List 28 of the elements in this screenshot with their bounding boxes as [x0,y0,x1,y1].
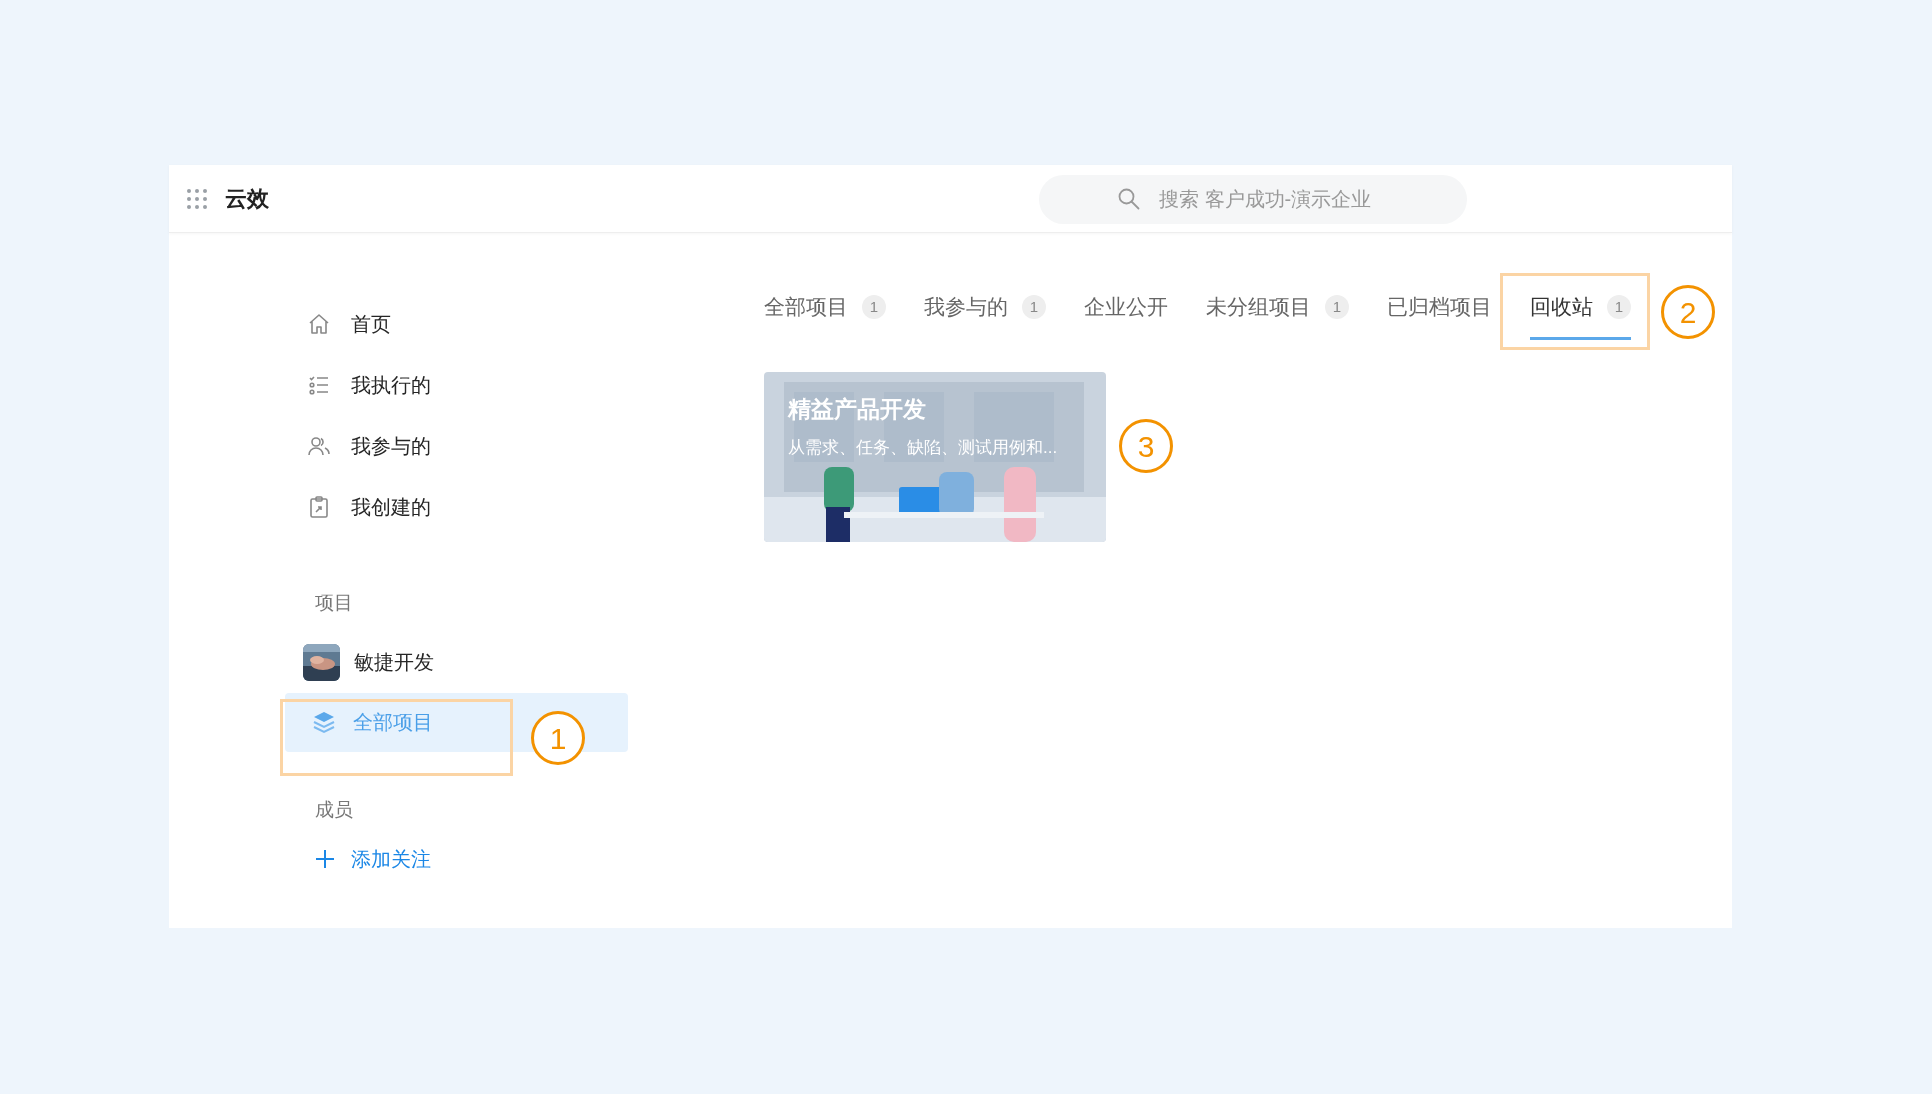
plus-icon [315,849,335,869]
sidebar-item[interactable]: 我参与的 [285,415,628,476]
section-heading: 成员 [315,797,354,822]
home-icon [307,311,331,336]
apps-grid-icon[interactable] [186,187,208,210]
card-description: 从需求、任务、缺陷、测试用例和... [788,436,1058,459]
section-heading: 项目 [315,591,354,615]
count-badge: 1 [1607,294,1631,319]
layers-icon [311,709,337,735]
tab[interactable]: 未分组项目 1 [1206,291,1349,340]
card-title: 精益产品开发 [788,394,926,424]
sidebar-item[interactable]: 我创建的 [285,476,628,537]
tab[interactable]: 我参与的 1 [924,291,1046,340]
clipboard-icon [307,494,331,519]
search-icon [1117,187,1141,211]
sidebar-item[interactable]: 首页 [285,293,628,354]
tab[interactable]: 企业公开 [1084,291,1168,340]
search-field[interactable]: 搜索 客户成功-演示企业 [1039,175,1467,224]
count-badge: 1 [1325,294,1349,319]
count-badge: 1 [1022,294,1046,319]
tab[interactable]: 回收站 1 [1530,291,1631,340]
tab[interactable]: 全部项目 1 [764,291,886,340]
sidebar-item[interactable]: 敏捷开发 [285,631,628,693]
add-follow-link[interactable]: 添加关注 [315,844,431,874]
count-badge: 1 [862,294,886,319]
sidebar-item[interactable]: 我执行的 [285,354,628,415]
app-name: 云效 [225,185,269,213]
tab[interactable]: 已归档项目 [1387,291,1492,340]
